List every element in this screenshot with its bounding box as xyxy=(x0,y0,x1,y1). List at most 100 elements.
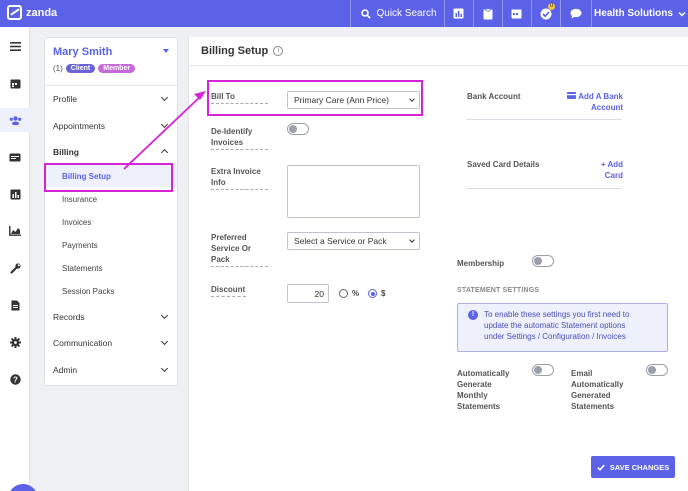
billing-setup-panel: Billing Setup i Bill To Primary Care (An… xyxy=(188,37,688,491)
reports-icon[interactable] xyxy=(0,182,30,206)
add-bank-account-link[interactable]: Add A Bank Account xyxy=(555,91,623,113)
divider xyxy=(466,188,622,189)
nav-profile[interactable]: Profile xyxy=(45,88,177,110)
nav-records[interactable]: Records xyxy=(45,306,177,328)
chevron-down-icon xyxy=(160,120,169,129)
client-count: (1) xyxy=(53,64,63,73)
statement-info-alert: ! To enable these settings you first nee… xyxy=(457,303,668,352)
add-card-line1: + Add xyxy=(579,159,623,170)
nav-appointments-label: Appointments xyxy=(53,121,105,131)
divider xyxy=(350,0,351,27)
add-bank-text-2: Account xyxy=(591,103,623,112)
statement-info-line3: under Settings / Configuration / Invoice… xyxy=(484,332,626,341)
gear-icon[interactable] xyxy=(0,330,30,354)
chevron-down-icon xyxy=(409,96,415,102)
membership-label: Membership xyxy=(457,259,505,268)
email-auto-line2: Automatically xyxy=(571,380,624,389)
calendar-icon[interactable] xyxy=(0,71,30,95)
add-card-text-2: Card xyxy=(604,171,623,180)
top-bar: zanda Quick Search 0 Health Solutions xyxy=(0,0,688,27)
svg-text:?: ? xyxy=(13,375,18,384)
billing-icon[interactable] xyxy=(0,145,30,169)
billing-setup-highlight xyxy=(44,163,173,192)
discount-percent-radio[interactable] xyxy=(339,289,348,298)
client-name[interactable]: Mary Smith xyxy=(53,46,112,58)
nav-payments-label: Payments xyxy=(62,240,98,250)
nav-session-packs[interactable]: Session Packs xyxy=(45,280,177,302)
area-chart-icon[interactable] xyxy=(0,219,30,243)
client-tag: Client xyxy=(65,64,96,73)
nav-billing-label: Billing xyxy=(53,147,79,157)
statement-info-line1: To enable these settings you first need … xyxy=(484,310,630,319)
nav-appointments[interactable]: Appointments xyxy=(45,115,177,137)
zanda-logo[interactable]: zanda xyxy=(7,5,57,20)
divider xyxy=(466,119,622,120)
discount-dollar-radio[interactable] xyxy=(368,289,377,298)
divider xyxy=(45,85,177,86)
org-name: Health Solutions xyxy=(594,8,673,19)
extra-invoice-info-textarea[interactable] xyxy=(287,165,420,218)
help-icon[interactable]: ? xyxy=(0,367,30,391)
auto-gen-line2: Generate xyxy=(457,380,492,389)
nav-statements[interactable]: Statements xyxy=(45,257,177,279)
preferred-service-placeholder: Select a Service or Pack xyxy=(294,236,387,246)
calendar-icon[interactable] xyxy=(502,0,531,27)
reports-icon[interactable] xyxy=(444,0,473,27)
search-icon xyxy=(361,8,372,19)
caret-down-icon[interactable] xyxy=(163,49,169,53)
page-title: Billing Setup i xyxy=(201,45,284,57)
brand-name: zanda xyxy=(26,6,58,19)
document-icon[interactable] xyxy=(0,293,30,317)
extra-invoice-info-label: Extra Invoice Info xyxy=(211,166,268,190)
add-card-text-1: Add xyxy=(607,160,623,169)
info-icon[interactable]: i xyxy=(273,46,284,56)
nav-records-label: Records xyxy=(53,312,85,322)
add-card-link[interactable]: + Add Card xyxy=(579,159,623,181)
preferred-service-select[interactable]: Select a Service or Pack xyxy=(287,232,420,250)
quick-search-label: Quick Search xyxy=(376,8,437,19)
nav-invoices-label: Invoices xyxy=(62,217,92,227)
wrench-icon[interactable] xyxy=(0,256,30,280)
tasks-icon[interactable]: 0 xyxy=(531,0,560,27)
nav-communication-label: Communication xyxy=(53,338,113,348)
clipboard-icon[interactable] xyxy=(473,0,502,27)
chevron-down-icon xyxy=(678,11,686,17)
bill-to-select[interactable]: Primary Care (Ann Price) xyxy=(287,91,420,109)
member-tag: Member xyxy=(98,64,136,73)
nav-billing[interactable]: Billing xyxy=(45,141,177,163)
clients-icon[interactable] xyxy=(0,108,30,132)
auto-gen-line4: Statements xyxy=(457,402,501,411)
chevron-up-icon xyxy=(160,148,169,157)
deidentify-label-line2: Invoices xyxy=(211,138,244,147)
client-side-panel: Mary Smith (1) Client Member Profile App… xyxy=(44,37,178,386)
pref-service-label-line2: Service Or xyxy=(211,244,252,253)
nav-statements-label: Statements xyxy=(62,263,103,273)
bill-to-value: Primary Care (Ann Price) xyxy=(294,95,389,105)
chat-icon[interactable] xyxy=(561,0,590,27)
pref-service-label-line3: Pack xyxy=(211,255,230,264)
discount-dollar-label: $ xyxy=(381,289,386,298)
save-changes-button[interactable]: SAVE CHANGES xyxy=(591,456,675,478)
statement-settings-heading: STATEMENT SETTINGS xyxy=(457,287,540,294)
zanda-logo-icon xyxy=(7,5,22,20)
nav-invoices[interactable]: Invoices xyxy=(45,211,177,233)
nav-payments[interactable]: Payments xyxy=(45,234,177,256)
extra-info-label-line2: Info xyxy=(211,178,226,187)
email-statements-toggle[interactable] xyxy=(646,364,668,376)
nav-admin[interactable]: Admin xyxy=(45,359,177,381)
menu-icon[interactable] xyxy=(0,34,30,58)
statement-info-line2: update the automatic Statement options xyxy=(484,321,626,330)
nav-profile-label: Profile xyxy=(53,94,78,104)
chevron-down-icon xyxy=(160,311,169,320)
chevron-down-icon xyxy=(160,93,169,102)
auto-generate-toggle[interactable] xyxy=(532,364,554,376)
discount-input[interactable]: 20 xyxy=(287,284,329,303)
deidentify-toggle[interactable] xyxy=(287,123,309,135)
nav-insurance-label: Insurance xyxy=(62,194,98,204)
membership-toggle[interactable] xyxy=(532,255,554,267)
organisation-menu[interactable]: Health Solutions xyxy=(592,0,688,27)
chevron-down-icon xyxy=(160,364,169,373)
nav-communication[interactable]: Communication xyxy=(45,332,177,354)
card-icon xyxy=(567,92,577,99)
quick-search-button[interactable]: Quick Search xyxy=(356,0,442,27)
